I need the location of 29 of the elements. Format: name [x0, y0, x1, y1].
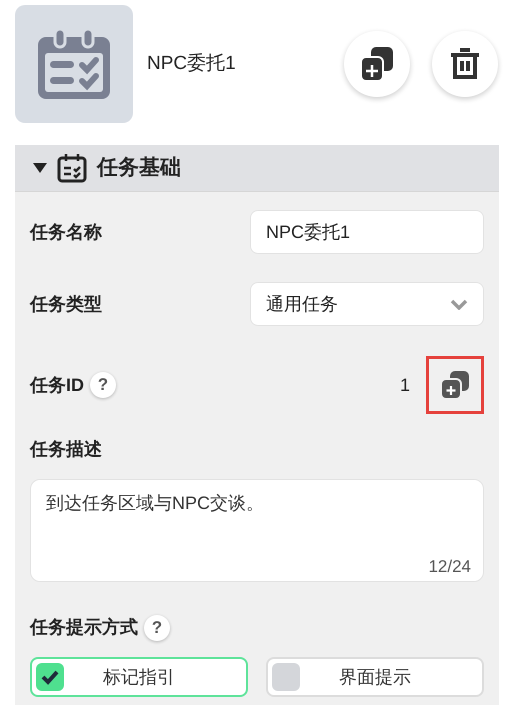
caret-icon — [33, 163, 47, 173]
type-dropdown[interactable]: 通用任务 — [250, 282, 484, 326]
field-label: 任务名称 — [30, 220, 102, 244]
name-input[interactable]: NPC委托1 — [250, 210, 484, 254]
field-label: 任务提示方式 — [30, 616, 138, 639]
field-label: 任务描述 — [30, 438, 102, 461]
copy-icon — [359, 45, 395, 83]
calendar-icon — [57, 153, 87, 183]
description-text: 到达任务区域与NPC交谈。 — [46, 492, 264, 515]
section-header[interactable]: 任务基础 — [15, 145, 499, 192]
duplicate-button[interactable] — [344, 31, 410, 97]
copy-icon — [439, 369, 471, 401]
section-title: 任务基础 — [97, 155, 181, 182]
delete-button[interactable] — [432, 31, 498, 97]
trash-icon — [449, 47, 481, 81]
task-title: NPC委托1 — [147, 52, 237, 76]
description-textarea[interactable]: 到达任务区域与NPC交谈。 12/24 — [30, 479, 484, 582]
hint-option[interactable]: 标记指引 — [30, 657, 248, 697]
hint-option[interactable]: 界面提示 — [266, 657, 484, 697]
field-label: 任务ID — [30, 374, 84, 396]
task-icon — [15, 5, 133, 123]
copy-id-button[interactable] — [426, 356, 484, 414]
field-label: 任务类型 — [30, 292, 102, 316]
character-counter: 12/24 — [428, 556, 471, 578]
help-button[interactable]: ? — [144, 614, 170, 640]
help-button[interactable]: ? — [90, 372, 116, 398]
check-icon — [40, 669, 60, 685]
chevron-icon — [450, 298, 468, 310]
id-value: 1 — [400, 374, 410, 396]
